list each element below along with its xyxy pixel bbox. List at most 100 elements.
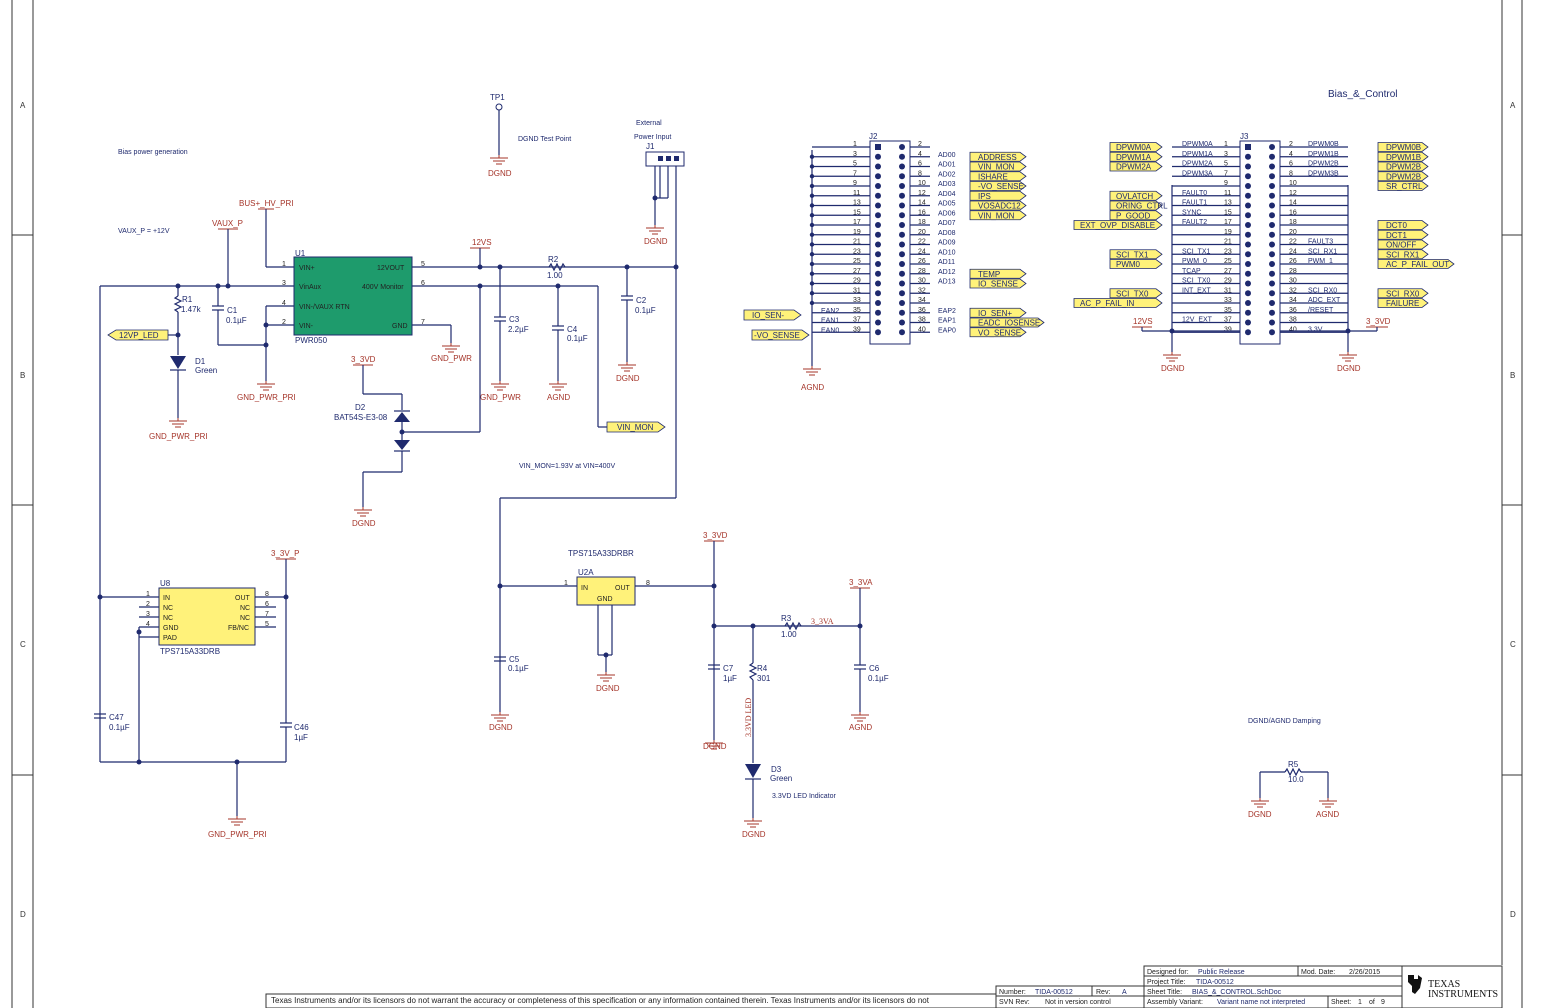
tb-designed-for: Public Release [1198,969,1245,976]
j3-pin-right-24: 24 [1289,248,1297,255]
j3-signal-right-adc_ext: ADC_EXT [1308,297,1341,304]
u2a-gnd-label: DGND [596,684,620,693]
r5-value: 10.0 [1288,775,1304,784]
j2-port-0: ADDRESS [969,151,1027,162]
j3-signal-right-dpwm3b: DPWM3B [1308,170,1339,177]
u8-pin-nc1: NC [163,605,173,612]
u2a-pin-out: OUT [615,585,631,592]
c6-gnd-label: AGND [849,723,872,732]
note-vin-mon: VIN_MON=1.93V at VIN=400V [519,463,615,470]
j2-pin-right-4: 4 [918,151,922,158]
j2-port-3-label: -VO_SENSE [978,182,1024,191]
tb-sheet-title: BIAS_&_CONTROL.SchDoc [1192,989,1282,996]
u1-pin-vinm: VIN- [299,323,314,330]
j3-pin-right-6: 6 [1289,161,1293,168]
r2-ref: R2 [548,255,559,264]
j3-left-port-9: SCI_TX0 [1109,288,1163,298]
j3-left-port-2: DPWM2A [1109,161,1163,172]
j3-pin-left-1: 1 [1224,141,1228,148]
j3-right-port-4: SR_CTRL [1377,181,1429,191]
sheet-name-label: Bias_&_Control [1328,89,1397,100]
j3-signal-right-pwm_1: PWM_1 [1308,258,1333,265]
j2-port-0-label: ADDRESS [978,153,1017,162]
zone-label-right-c: C [1510,640,1516,649]
j3-signal-right-fault3: FAULT3 [1308,239,1333,246]
j3-signal-left-dpwm2a: DPWM2A [1182,161,1213,168]
j2-signal-right-ad01: AD01 [938,162,956,169]
j3-right-port-6-label: DCT1 [1386,231,1407,240]
j2-port-6: VIN_MON [969,210,1027,220]
j2-pin-left-23: 23 [853,248,861,255]
j2-pin-right-32: 32 [918,287,926,294]
j1-gnd-label: DGND [644,237,668,246]
j3-left-gnd-label: DGND [1161,364,1185,373]
c6-3v3va-label: 3_3VA [849,578,873,587]
c5-ref: C5 [509,655,520,664]
tb-disclaimer: Texas Instruments and/or its licensors d… [271,996,930,1005]
j3-pin-right-14: 14 [1289,200,1297,207]
j3-right-port-1-label: DPWM1B [1386,153,1421,162]
zone-label-right-b: B [1510,371,1515,380]
j2-pin-left-1: 1 [853,141,857,148]
j3-pin-left-37: 37 [1224,317,1232,324]
d2-ref: D2 [355,403,366,412]
d2-gnd-label: DGND [352,519,376,528]
u2a-pin-gnd: GND [597,596,613,603]
tp1-gnd-label: DGND [488,169,512,178]
j2-gnd-label: AGND [801,383,824,392]
j3-pin-left-17: 17 [1224,219,1232,226]
d2-value: BAT54S-E3-08 [334,413,388,422]
j3-pin-left-33: 33 [1224,297,1232,304]
j2-pin-right-38: 38 [918,317,926,324]
j3-left-port-1: DPWM1A [1109,151,1163,162]
12vs-label: 12VS [472,238,492,247]
j2-pin-left-35: 35 [853,307,861,314]
j2-pin-right-30: 30 [918,278,926,285]
c6-value: 0.1µF [868,674,889,683]
j2-pin-left-7: 7 [853,170,857,177]
j3-signal-left-sci_tx1: SCI_TX1 [1182,248,1211,255]
j3-pin-right-30: 30 [1289,278,1297,285]
j3-pin-left-23: 23 [1224,248,1232,255]
j3-pin-right-34: 34 [1289,297,1297,304]
j3-pin-left-39: 39 [1224,326,1232,333]
j2-signal-left-ean2: EAN2 [821,308,839,315]
j3-left-port-9-label: SCI_TX0 [1116,289,1149,298]
j3-signal-right-/reset: /RESET [1308,307,1334,314]
j3-3v3d-label: 3_3VD [1366,317,1391,326]
j2-pin-right-10: 10 [918,180,926,187]
tp1-ref: TP1 [490,93,505,102]
u8-pin-nc7: NC [240,615,250,622]
tb-designed-for-label: Designed for: [1147,969,1189,976]
j3-left-port-6: EXT_OVP_DISABLE [1073,220,1163,230]
j3-left-port-0: DPWM0A [1109,142,1163,152]
r5-ref: R5 [1288,760,1299,769]
u1-part: PWR050 [295,336,328,345]
note-led-indicator: 3.3VD LED Indicator [772,793,836,800]
c2-value: 0.1µF [635,306,656,315]
j2-pin-right-36: 36 [918,307,926,314]
j2-pin-left-15: 15 [853,209,861,216]
tb-rev-label: Rev: [1096,989,1110,996]
j3-pin-right-2: 2 [1289,141,1293,148]
u1-pwr050: U1 VIN+ VinAux VIN-/VAUX RTN VIN- 12VOUT… [282,249,425,345]
j3-right-port-7: ON/OFF [1377,239,1429,250]
c2-ref: C2 [636,296,647,305]
j3-pin-right-18: 18 [1289,219,1297,226]
u8-gnd-label: GND_PWR_PRI [208,830,267,839]
tb-svn-label: SVN Rev: [999,999,1030,1006]
r3-ref: R3 [781,614,792,623]
j2-pin-right-20: 20 [918,229,926,236]
j3-right-gnd-label: DGND [1337,364,1361,373]
j2-pin-right-34: 34 [918,297,926,304]
note-bias-power: Bias power generation [118,149,188,156]
j3-right-port-11: FAILURE [1377,298,1429,308]
tb-mod-date-label: Mod. Date: [1301,969,1335,976]
j2-signal-right-ad09: AD09 [938,240,956,247]
j3-pin-right-28: 28 [1289,268,1297,275]
d3-ref: D3 [771,765,782,774]
j3-signal-left-sync: SYNC [1182,209,1201,216]
u8-pin-gnd: GND [163,625,179,632]
j2-pin-right-26: 26 [918,258,926,265]
c7-value: 1µF [723,674,737,683]
